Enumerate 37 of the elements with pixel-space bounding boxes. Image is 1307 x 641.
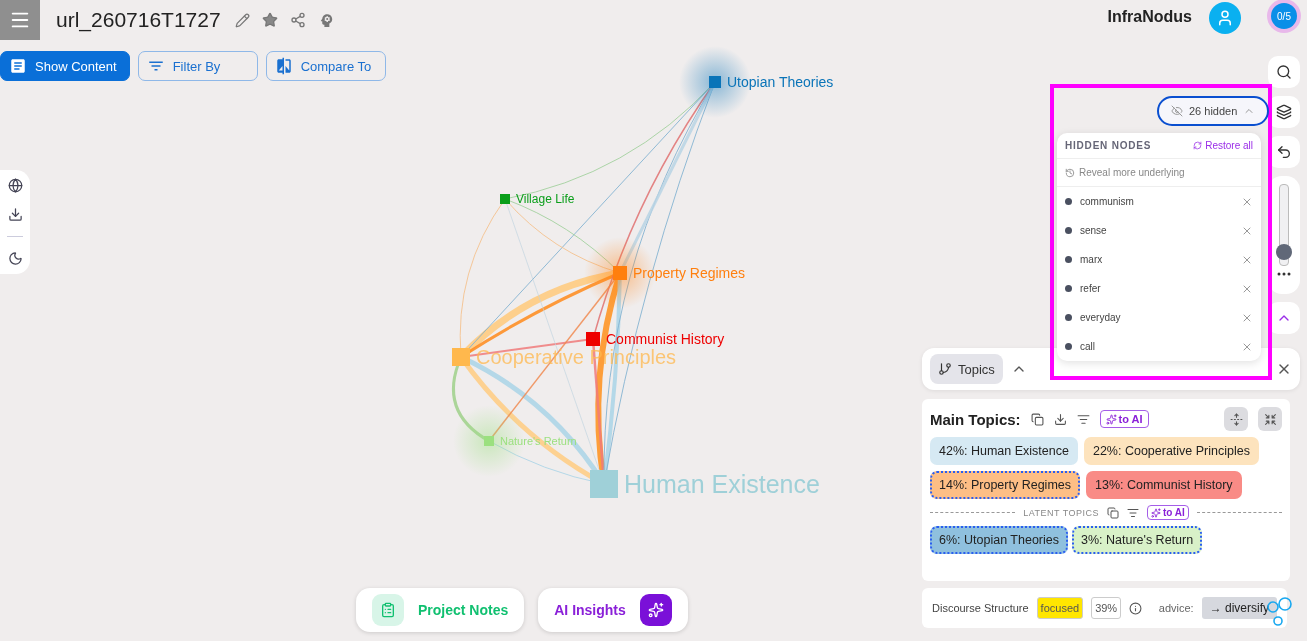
topic-chip[interactable]: 6%: Utopian Theories <box>930 526 1068 554</box>
ai-insights-button[interactable]: AI Insights <box>538 588 688 632</box>
hidden-node-name: refer <box>1080 283 1102 294</box>
topic-chip[interactable]: 13%: Communist History <box>1086 471 1242 499</box>
to-ai-button[interactable]: to AI <box>1147 505 1189 520</box>
topic-chip[interactable]: 22%: Cooperative Principles <box>1083 437 1259 465</box>
node-label: Village Life <box>516 192 575 207</box>
toolbar-button[interactable]: Compare To <box>265 51 386 81</box>
structure-label: Discourse Structure <box>932 602 1029 614</box>
project-title: url_260716T1727 <box>56 8 221 32</box>
structure-state-tag: focused <box>1036 597 1084 619</box>
popup-title: HIDDEN NODES <box>1065 140 1152 151</box>
toolbar-button[interactable]: Show Content <box>0 51 130 81</box>
percent-tag: 39% <box>1091 597 1122 619</box>
node-label: Human Existence <box>624 470 820 498</box>
reveal-more-button[interactable]: Reveal more underlying <box>1057 159 1261 187</box>
latent-topics-label: LATENT TOPICS <box>1023 507 1099 518</box>
brand-name: InfraNodus <box>1107 8 1192 26</box>
to-ai-button[interactable]: to AI <box>1099 410 1149 428</box>
advice-label: advice: <box>1158 602 1194 614</box>
topic-chip[interactable]: 3%: Nature's Return <box>1072 526 1203 554</box>
hidden-node-name: communism <box>1080 196 1135 207</box>
topics-tab[interactable]: Topics <box>930 354 1003 384</box>
restore-all-link[interactable]: Restore all <box>1193 140 1253 151</box>
hidden-node-name: call <box>1080 341 1096 352</box>
usage-counter[interactable]: 0/5 <box>1271 3 1297 29</box>
hidden-node-name: marx <box>1080 254 1104 265</box>
hidden-nodes-toggle[interactable]: 26 hidden <box>1157 96 1270 126</box>
topic-chip[interactable]: 42%: Human Existence <box>930 437 1078 465</box>
node-label: Property Regimes <box>633 265 746 282</box>
hidden-node-name: everyday <box>1080 312 1122 323</box>
advice-button[interactable]: → diversify <box>1201 597 1277 619</box>
section-title: Main Topics: <box>930 410 1021 428</box>
node-label: Utopian Theories <box>727 74 834 91</box>
toolbar-button[interactable]: Filter By <box>137 51 258 81</box>
topic-chip[interactable]: 14%: Property Regimes <box>930 471 1080 499</box>
hidden-node-name: sense <box>1080 225 1108 236</box>
